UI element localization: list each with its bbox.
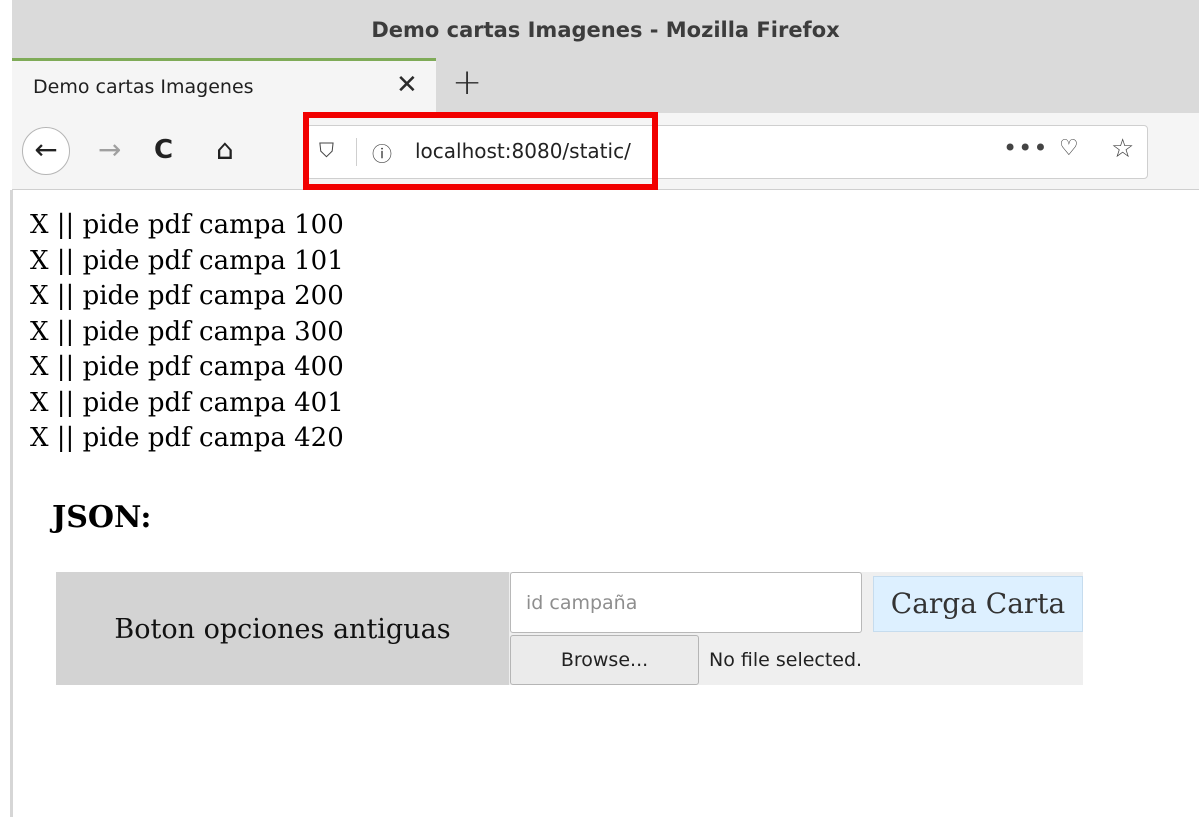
url-highlight-box	[303, 112, 658, 190]
delete-item-button[interactable]: X	[30, 246, 49, 276]
item-separator: ||	[48, 387, 83, 418]
home-icon[interactable]: ⌂	[216, 133, 234, 166]
back-arrow-icon[interactable]: ←	[22, 127, 70, 175]
pdf-request-link[interactable]: pide pdf campa 300	[83, 317, 344, 347]
new-tab-icon[interactable]: +	[452, 62, 482, 103]
pdf-request-link[interactable]: pide pdf campa 400	[83, 352, 344, 382]
tab-label: Demo cartas Imagenes	[33, 76, 254, 98]
pocket-icon[interactable]: ♡	[1059, 136, 1079, 161]
list-item: X || pide pdf campa 200	[30, 279, 344, 315]
forward-arrow-icon[interactable]: →	[98, 133, 121, 166]
item-separator: ||	[48, 245, 83, 276]
tab-strip: Demo cartas Imagenes ✕ +	[12, 58, 1199, 113]
campaign-list: X || pide pdf campa 100 X || pide pdf ca…	[30, 208, 344, 457]
list-item: X || pide pdf campa 101	[30, 244, 344, 280]
item-separator: ||	[48, 352, 83, 382]
delete-item-button[interactable]: X	[30, 317, 49, 347]
delete-item-button[interactable]: X	[30, 423, 49, 453]
pdf-request-link[interactable]: pide pdf campa 401	[83, 388, 344, 418]
old-options-button[interactable]: Boton opciones antiguas	[56, 572, 509, 685]
list-item: X || pide pdf campa 401	[30, 386, 344, 422]
delete-item-button[interactable]: X	[30, 352, 49, 382]
window-title: Demo cartas Imagenes - Mozilla Firefox	[12, 0, 1199, 58]
bookmark-star-icon[interactable]: ☆	[1111, 134, 1134, 164]
reload-icon[interactable]: C	[154, 135, 173, 165]
tab-demo-cartas[interactable]: Demo cartas Imagenes ✕	[12, 58, 436, 113]
list-item: X || pide pdf campa 100	[30, 208, 344, 244]
item-separator: ||	[48, 281, 83, 311]
page-actions-menu-icon[interactable]: •••	[1003, 134, 1048, 162]
window-border	[10, 190, 13, 817]
delete-item-button[interactable]: X	[30, 281, 49, 311]
pdf-request-link[interactable]: pide pdf campa 420	[83, 423, 344, 453]
pdf-request-link[interactable]: pide pdf campa 200	[83, 281, 344, 311]
load-card-button[interactable]: Carga Carta	[873, 576, 1083, 632]
item-separator: ||	[48, 316, 83, 347]
list-item: X || pide pdf campa 400	[30, 350, 344, 386]
campaign-id-input[interactable]	[510, 572, 862, 633]
item-separator: ||	[48, 423, 83, 453]
list-item: X || pide pdf campa 300	[30, 315, 344, 351]
browse-file-button[interactable]: Browse...	[510, 635, 699, 685]
delete-item-button[interactable]: X	[30, 388, 49, 418]
delete-item-button[interactable]: X	[30, 210, 49, 240]
pdf-request-link[interactable]: pide pdf campa 101	[83, 246, 344, 276]
list-item: X || pide pdf campa 420	[30, 421, 344, 457]
file-status-text: No file selected.	[709, 649, 863, 671]
json-heading: JSON:	[52, 500, 152, 535]
card-form-panel: Boton opciones antiguas Carga Carta Brow…	[56, 572, 1083, 685]
item-separator: ||	[48, 210, 83, 240]
pdf-request-link[interactable]: pide pdf campa 100	[83, 210, 344, 240]
close-tab-icon[interactable]: ✕	[396, 70, 418, 100]
